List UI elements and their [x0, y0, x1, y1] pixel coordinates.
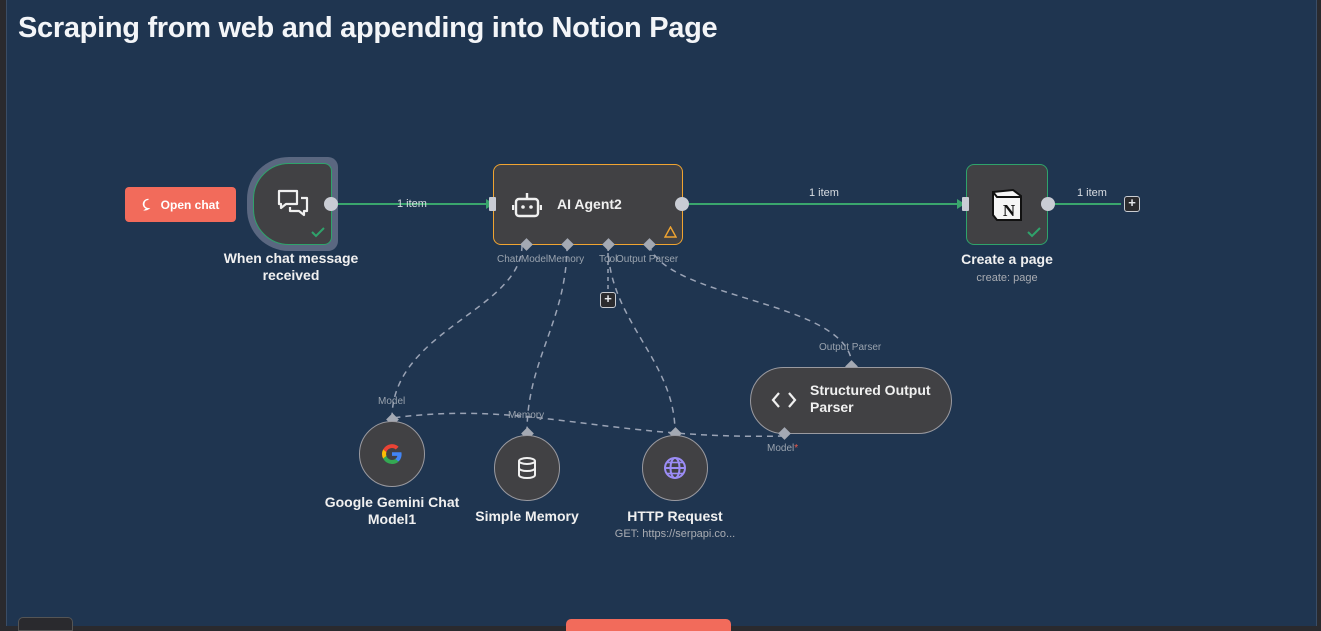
- port-label-output-parser: Output Parser: [616, 254, 679, 265]
- warning-icon: [664, 226, 677, 238]
- port-label-tool: Tool: [599, 254, 617, 265]
- create-page-subtitle: create: page: [976, 272, 1038, 284]
- http-subtitle: GET: https://serpapi.co...: [614, 528, 736, 540]
- http-node[interactable]: [642, 435, 708, 501]
- workflow-canvas[interactable]: Scraping from web and appending into Not…: [6, 0, 1317, 626]
- ai-agent-node[interactable]: AI Agent2: [493, 164, 683, 245]
- bottom-action-bar[interactable]: [566, 619, 731, 631]
- success-check-icon: [311, 227, 325, 238]
- http-label: HTTP Request: [627, 508, 723, 524]
- port-label-chat-model: Chat Model: [497, 254, 549, 265]
- page-output-handle[interactable]: [1041, 197, 1055, 211]
- globe-icon: [664, 457, 686, 479]
- ai-agent-label: AI Agent2: [557, 196, 622, 212]
- trigger-output-handle[interactable]: [324, 197, 338, 211]
- robot-icon: [512, 193, 542, 218]
- trigger-agent-item-count: 1 item: [397, 198, 427, 210]
- chat-bubble-icon: [142, 198, 151, 211]
- parser-model-port-text: Model: [767, 443, 795, 454]
- parser-label: Structured Output Parser: [810, 382, 931, 415]
- svg-text:N: N: [1003, 201, 1016, 220]
- open-chat-label: Open chat: [160, 197, 220, 212]
- create-page-node[interactable]: N: [966, 164, 1048, 245]
- wire-parser-model-gemini: [391, 412, 785, 438]
- wire-chatmodel-gemini: [391, 244, 523, 419]
- agent-input-handle[interactable]: [489, 197, 496, 211]
- structured-output-parser-node[interactable]: Structured Output Parser: [750, 367, 952, 434]
- parser-model-port-label: Model*: [767, 443, 798, 454]
- chat-trigger-label: When chat message received: [223, 250, 359, 283]
- add-tool-button[interactable]: +: [600, 292, 616, 308]
- agent-page-item-count: 1 item: [809, 187, 839, 199]
- parser-top-port-label: Output Parser: [819, 342, 882, 353]
- port-label-memory: Memory: [548, 254, 585, 265]
- google-g-icon: [382, 444, 402, 464]
- open-chat-button[interactable]: Open chat: [125, 187, 236, 222]
- required-marker: *: [794, 443, 799, 454]
- success-check-icon: [1027, 227, 1041, 238]
- gemini-port-label: Model: [378, 396, 406, 407]
- memory-label: Simple Memory: [475, 508, 579, 524]
- bottom-left-control[interactable]: [18, 617, 73, 631]
- add-node-button[interactable]: +: [1124, 196, 1140, 212]
- wire-tool-http: [607, 244, 676, 433]
- memory-port-label: Memory: [508, 410, 545, 421]
- page-input-handle[interactable]: [962, 197, 969, 211]
- code-brackets-icon: [771, 392, 797, 408]
- page-out-item-count: 1 item: [1077, 187, 1107, 199]
- gemini-label: Google Gemini Chat Model1: [324, 494, 460, 527]
- memory-node[interactable]: [494, 435, 560, 501]
- gemini-node[interactable]: [359, 421, 425, 487]
- chat-bubbles-icon: [277, 189, 309, 217]
- notion-icon: N: [992, 188, 1022, 221]
- create-page-label: Create a page: [961, 251, 1053, 267]
- agent-output-handle[interactable]: [675, 197, 689, 211]
- wire-memory-memory: [526, 244, 568, 433]
- database-icon: [518, 457, 536, 480]
